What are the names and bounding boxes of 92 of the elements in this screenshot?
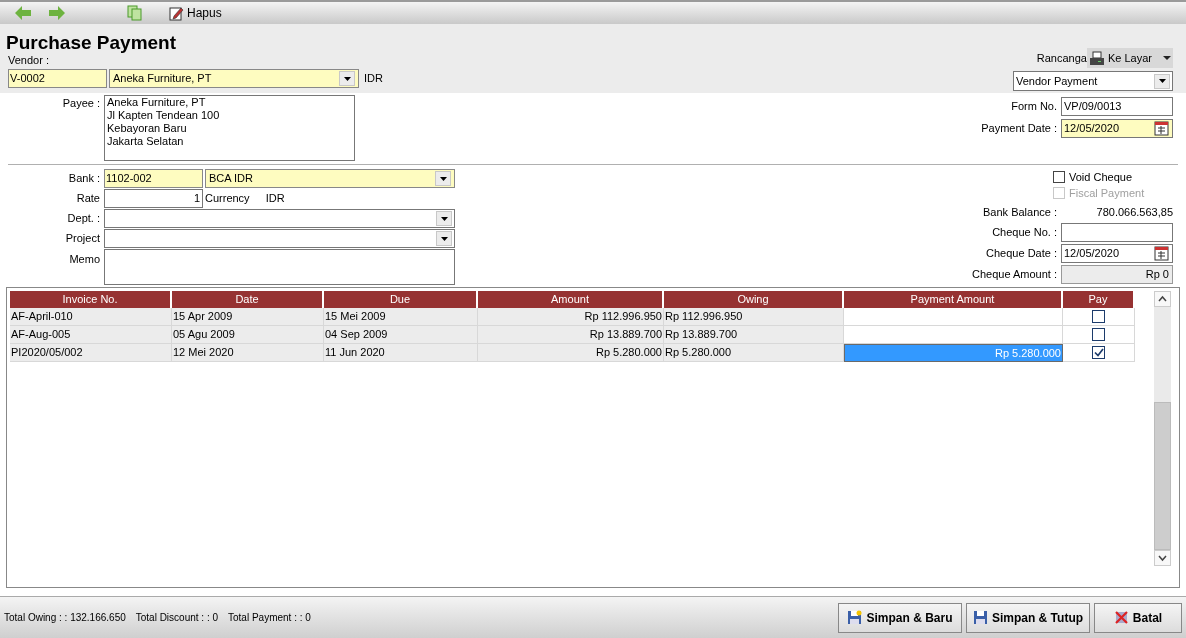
save-button[interactable]: Simpan & Tutup (966, 602, 1090, 633)
calendar-icon[interactable] (1154, 246, 1170, 261)
table-cell: 04 Sep 2009 (324, 326, 478, 344)
table-cell: Rp 112.996.950 (478, 308, 664, 326)
vendor-name-dropdown[interactable]: Aneka Furniture, PT (109, 69, 359, 88)
page-title: Purchase Payment (6, 32, 178, 54)
delete-button[interactable]: Hapus (169, 4, 222, 22)
cancel-button[interactable]: Batal (1094, 602, 1182, 633)
column-header[interactable]: Date (172, 291, 324, 308)
save-new-icon (847, 610, 863, 625)
dropdown-button[interactable] (435, 171, 451, 186)
department-dropdown[interactable] (104, 209, 455, 228)
column-header[interactable]: Payment Amount (844, 291, 1063, 308)
field-label: Cheque Amount : (971, 267, 1057, 283)
field-label: Rancanga (1036, 50, 1087, 66)
field-label: Rate (75, 191, 100, 207)
vendor-code-field[interactable]: V-0002 (8, 69, 107, 88)
field-label: Cheque No. : (991, 225, 1057, 241)
form-number-field[interactable]: VP/09/0013 (1061, 97, 1173, 116)
caret-icon (439, 176, 447, 181)
option-checkbox[interactable]: Void Cheque (1053, 169, 1165, 185)
payment-amount-cell[interactable] (844, 308, 1063, 326)
rate-field[interactable]: 1 (104, 189, 203, 208)
caret-icon (440, 216, 448, 221)
bank-balance-value: 780.066.563,85 (1095, 205, 1173, 221)
dropdown-button[interactable] (339, 71, 355, 86)
print-target-button[interactable]: Ke Layar (1086, 48, 1173, 68)
field-label: Memo (68, 252, 100, 267)
payment-amount-cell[interactable] (844, 326, 1063, 344)
table-cell: Rp 13.889.700 (478, 326, 664, 344)
floppy-icon (972, 610, 988, 625)
dropdown-button[interactable] (1154, 73, 1170, 89)
column-header[interactable]: Invoice No. (10, 291, 172, 308)
field-label: Cheque Date : (985, 246, 1057, 262)
field-label: Payee : (61, 96, 100, 111)
cheque-number-field[interactable] (1061, 223, 1173, 242)
total-text: Total Owing : : 132.166.650 (4, 611, 126, 625)
edit-icon (169, 5, 184, 21)
table-cell: Rp 5.280.000 (664, 344, 844, 362)
caret-icon (1163, 56, 1171, 60)
column-header[interactable]: Amount (478, 291, 664, 308)
cheque-amount-field: Rp 0 (1061, 265, 1173, 284)
column-header[interactable]: Due (324, 291, 478, 308)
table-cell: 15 Mei 2009 (324, 308, 478, 326)
currency-text: IDR (364, 71, 383, 87)
field-label: Dept. : (66, 211, 100, 227)
payment-date-field[interactable]: 12/05/2020 (1061, 119, 1173, 138)
pay-checkbox[interactable] (1092, 310, 1105, 323)
table-cell: Rp 13.889.700 (664, 326, 844, 344)
column-header[interactable]: Owing (664, 291, 844, 308)
pay-checkbox[interactable] (1092, 328, 1105, 341)
field-label: Payment Date : (980, 121, 1057, 137)
template-dropdown[interactable]: Vendor Payment (1013, 71, 1173, 91)
table-cell: AF-April-010 (10, 308, 172, 326)
column-header[interactable]: Pay (1063, 291, 1135, 308)
table-cell: 11 Jun 2020 (324, 344, 478, 362)
field-label: Project (64, 231, 100, 247)
caret-icon (343, 76, 351, 81)
field-label: Currency (205, 191, 250, 207)
table-cell: Rp 5.280.000 (478, 344, 664, 362)
table-cell: AF-Aug-005 (10, 326, 172, 344)
printer-icon (1088, 50, 1105, 66)
scroll-down-icon[interactable] (1154, 550, 1171, 566)
table-cell: 05 Agu 2009 (172, 326, 324, 344)
calendar-icon[interactable] (1154, 121, 1170, 136)
table-cell: 15 Apr 2009 (172, 308, 324, 326)
bank-dropdown[interactable]: BCA IDR (205, 169, 455, 188)
scroll-thumb[interactable] (1154, 402, 1171, 550)
caret-icon (1158, 79, 1166, 83)
total-text: Total Discount : : 0 (135, 611, 218, 625)
scrollbar[interactable] (1154, 291, 1171, 566)
project-dropdown[interactable] (104, 229, 455, 248)
caret-icon (440, 236, 448, 241)
currency-text: IDR (265, 191, 285, 207)
field-label: Bank : (67, 171, 100, 187)
field-label: Vendor : (8, 54, 50, 66)
table-cell: PI2020/05/002 (10, 344, 172, 362)
cheque-date-field[interactable]: 12/05/2020 (1061, 244, 1173, 263)
dropdown-button[interactable] (436, 231, 452, 246)
field-label: Bank Balance : (982, 205, 1057, 221)
table-cell: 12 Mei 2020 (172, 344, 324, 362)
bank-code-field[interactable]: 1102-002 (104, 169, 203, 188)
total-text: Total Payment : : 0 (228, 611, 311, 625)
cancel-icon (1113, 610, 1129, 625)
field-label: Form No. (1010, 99, 1057, 115)
payee-field[interactable]: Aneka Furniture, PT Jl Kapten Tendean 100 Kebayoran Baru Jakarta Selatan (104, 95, 355, 161)
dropdown-button[interactable] (436, 211, 452, 226)
pay-checkbox[interactable] (1092, 346, 1105, 359)
table-cell: Rp 112.996.950 (664, 308, 844, 326)
scroll-up-icon[interactable] (1154, 291, 1171, 307)
memo-field[interactable] (104, 249, 455, 285)
save-button[interactable]: Simpan & Baru (838, 602, 962, 633)
